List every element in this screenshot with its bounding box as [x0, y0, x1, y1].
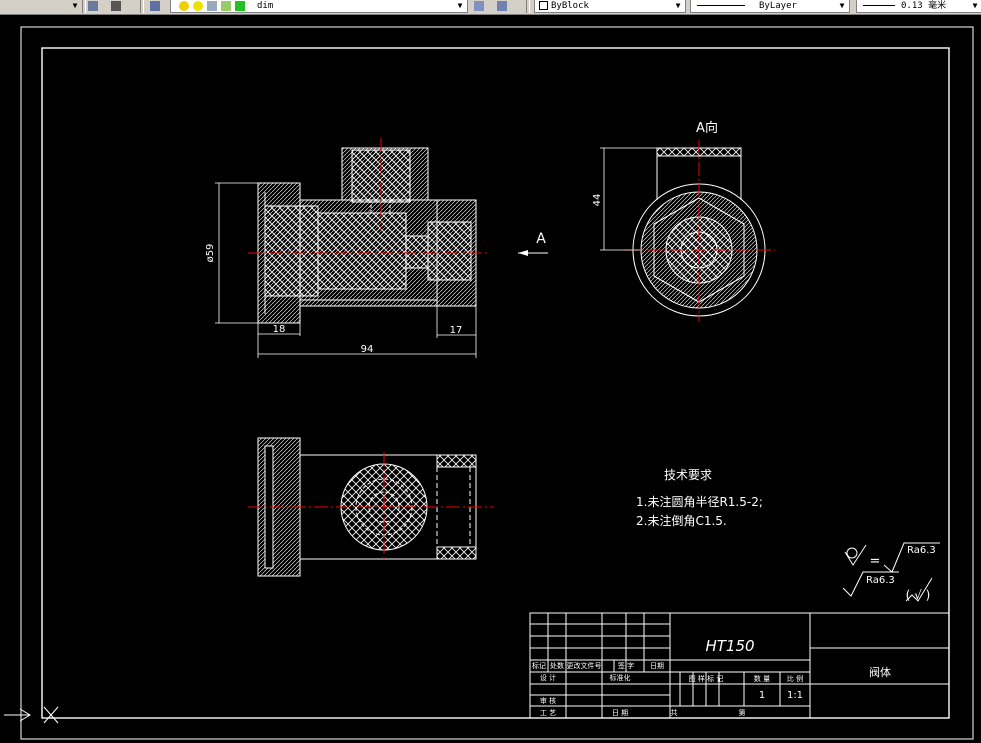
front-center-bore [317, 212, 407, 290]
front-right-bore [427, 221, 472, 281]
tech-req-line1: 1.未注圆角半径R1.5-2; [636, 494, 763, 509]
layer-match-icon[interactable] [497, 1, 507, 11]
lightbulb-icon[interactable] [179, 1, 189, 11]
tb-label-count: 处数 [550, 661, 564, 670]
tb-label-sign: 签 字 [618, 661, 634, 670]
front-left-bore [264, 205, 319, 297]
toolbar-separator [526, 0, 530, 13]
linetype-combo[interactable]: ByLayer ▼ [690, 0, 850, 13]
color-combo[interactable]: ByBlock ▼ [534, 0, 686, 13]
layer-color-swatch [235, 1, 245, 11]
plot-icon[interactable] [221, 1, 231, 11]
make-current-icon[interactable] [474, 1, 484, 11]
chevron-down-icon[interactable]: ▼ [970, 0, 980, 12]
sheet-inner-frame [41, 47, 950, 719]
dim-94: 94 [361, 344, 374, 355]
material-name: HT150 [705, 637, 754, 655]
sheet-outer-border [20, 26, 974, 740]
sun-icon[interactable] [193, 1, 203, 11]
lineweight-sample [863, 5, 895, 6]
lineweight-combo[interactable]: 0.13 毫米 ▼ [856, 0, 981, 13]
roughness-equals: = [870, 554, 881, 569]
tech-req-line2: 2.未注倒角C1.5. [636, 513, 727, 528]
chevron-down-icon[interactable]: ▼ [455, 0, 465, 12]
part-name: 阀体 [869, 665, 891, 679]
tech-req-title: 技术要求 [664, 468, 712, 482]
tb-quantity: 1 [759, 690, 765, 701]
layer-combo[interactable]: dim ▼ [170, 0, 468, 13]
tb-header-qty: 数 量 [754, 674, 770, 683]
tb-label-date: 日期 [650, 662, 664, 670]
properties-toolbar: ▼ dim ▼ ByBlock ▼ ByLayer ▼ 0.13 毫米 ▼ [0, 0, 981, 15]
lock-icon[interactable] [207, 1, 217, 11]
linetype-sample [697, 5, 745, 6]
tb-label-change-doc: 更改文件号 [567, 661, 602, 670]
layer-states-icon[interactable] [88, 1, 98, 11]
chevron-down-icon[interactable]: ▼ [837, 0, 847, 12]
lineweight-value: 0.13 毫米 [901, 1, 947, 11]
roughness-value-1: Ra6.3 [907, 545, 936, 556]
layer-manager-icon[interactable] [150, 1, 160, 11]
dim-44: 44 [592, 194, 603, 207]
tb-label-review: 审 核 [540, 696, 556, 705]
chevron-down-icon[interactable]: ▼ [70, 0, 80, 12]
layer-name: dim [257, 1, 274, 11]
toolbar-separator [82, 0, 86, 13]
tb-sheet-total: 共 [671, 708, 678, 717]
ucs-icon [4, 706, 59, 724]
tb-label-design: 设 计 [540, 673, 556, 682]
tb-header-marks: 图 样 标 记 [689, 674, 724, 683]
view-arrow: A [518, 231, 548, 256]
dim-diameter: ø59 [205, 244, 216, 263]
roughness-value-2: Ra6.3 [866, 575, 895, 586]
tb-label-mark: 标记 [532, 661, 546, 670]
tb-label-process: 工 艺 [540, 709, 556, 717]
color-swatch [539, 1, 548, 10]
roughness-paren: ( √ ) [906, 588, 931, 602]
tb-header-scale: 比 例 [787, 674, 803, 683]
title-block-labels: 标记 处数 更改文件号 签 字 日期 设 计 标准化 审 核 工 艺 日 期 图… [532, 661, 803, 717]
tb-label-standard: 标准化 [610, 673, 631, 682]
linetype-value: ByLayer [759, 1, 797, 11]
view-title: A向 [696, 120, 718, 136]
tb-sheet-no: 第 [739, 708, 746, 717]
layer-previous-icon[interactable] [111, 1, 121, 11]
drawing-canvas[interactable]: ø59 18 17 94 A A向 44 技术要求 1.未注圆角半径R1.5-2… [0, 15, 981, 743]
dim-17: 17 [450, 325, 463, 336]
front-view [257, 147, 477, 324]
chevron-down-icon[interactable]: ▼ [673, 0, 683, 12]
dim-18: 18 [273, 324, 286, 335]
tb-scale: 1:1 [787, 690, 803, 701]
view-arrow-label: A [536, 231, 546, 247]
front-small-bore [405, 235, 429, 269]
tb-label-date2: 日 期 [612, 709, 628, 717]
toolbar-separator [140, 0, 144, 13]
color-value: ByBlock [551, 1, 589, 11]
